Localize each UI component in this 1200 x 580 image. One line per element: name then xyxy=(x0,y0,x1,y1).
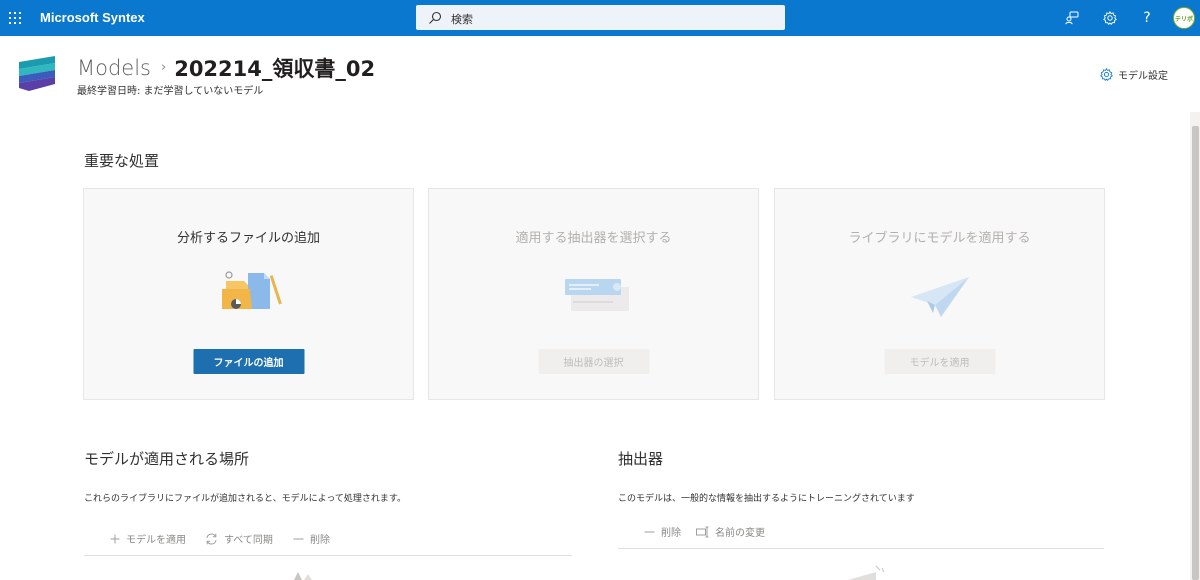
extractors-title: 抽出器 xyxy=(618,450,664,468)
model-settings-button[interactable]: モデル設定 xyxy=(1100,67,1168,82)
suite-bar: Microsoft Syntex 検索 ? テリボ xyxy=(0,0,1200,36)
breadcrumb-models-link[interactable]: Models xyxy=(77,56,151,80)
chevron-right-icon: › xyxy=(161,59,167,75)
card-title: 適用する抽出器を選択する xyxy=(515,231,672,246)
select-extractor-button[interactable]: 抽出器の選択 xyxy=(538,349,649,374)
syntex-logo xyxy=(19,56,55,91)
applied-locations-title: モデルが適用される場所 xyxy=(84,450,250,468)
sync-all-command[interactable]: すべて同期 xyxy=(205,531,273,546)
breadcrumb: Models › 202214_領収書_02 xyxy=(77,53,375,83)
command-label: 削除 xyxy=(661,528,681,539)
select-extractor-card: 適用する抽出器を選択する 抽出器の選択 xyxy=(428,188,759,400)
apply-model-button[interactable]: モデルを適用 xyxy=(884,349,995,374)
extractor-illustration-icon xyxy=(564,279,629,311)
avatar[interactable]: テリボ xyxy=(1173,7,1195,29)
command-label: すべて同期 xyxy=(224,535,273,546)
gear-icon[interactable] xyxy=(1102,10,1118,26)
important-actions-title: 重要な処置 xyxy=(84,152,160,170)
page-title: 202214_領収書_02 xyxy=(174,57,376,81)
remove-icon xyxy=(293,538,304,539)
sync-icon xyxy=(206,533,217,544)
empty-state-illustration-icon xyxy=(294,572,312,580)
extractors-description: このモデルは、一般的な情報を抽出するようにトレーニングされています xyxy=(618,494,915,504)
apply-model-card: ライブラリにモデルを適用する モデルを適用 xyxy=(774,188,1105,400)
model-settings-label: モデル設定 xyxy=(1118,71,1168,82)
card-title: 分析するファイルの追加 xyxy=(176,231,320,246)
scrollbar-thumb[interactable] xyxy=(1192,126,1199,580)
app-launcher-icon[interactable] xyxy=(0,0,30,36)
card-title: ライブラリにモデルを適用する xyxy=(848,231,1031,246)
search-placeholder: 検索 xyxy=(451,13,473,26)
search-box[interactable]: 検索 xyxy=(416,5,785,30)
applied-locations-description: これらのライブラリにファイルが追加されると、モデルによって処理されます。 xyxy=(84,494,407,504)
rename-icon xyxy=(696,526,709,537)
search-icon xyxy=(429,11,442,24)
apply-model-command[interactable]: モデルを適用 xyxy=(110,531,186,546)
delete-location-command[interactable]: 削除 xyxy=(293,531,330,546)
documents-illustration-icon xyxy=(221,271,282,309)
command-label: 削除 xyxy=(310,535,330,546)
divider xyxy=(84,555,572,556)
help-icon[interactable]: ? xyxy=(1139,10,1155,26)
add-icon xyxy=(110,534,120,543)
remove-icon xyxy=(644,531,655,532)
command-label: 名前の変更 xyxy=(715,528,765,539)
add-file-button[interactable]: ファイルの追加 xyxy=(193,349,304,374)
rename-extractor-command[interactable]: 名前の変更 xyxy=(696,524,765,539)
gear-icon xyxy=(1100,68,1113,81)
command-label: モデルを適用 xyxy=(126,535,186,546)
delete-extractor-command[interactable]: 削除 xyxy=(644,524,681,539)
people-icon[interactable] xyxy=(1064,10,1080,26)
empty-state-illustration-icon xyxy=(848,565,885,580)
divider xyxy=(618,548,1104,549)
last-trained-status: 最終学習日時: まだ学習していないモデル xyxy=(77,86,264,97)
paper-plane-icon xyxy=(910,277,969,317)
app-name[interactable]: Microsoft Syntex xyxy=(40,10,145,25)
add-files-card: 分析するファイルの追加 ファイルの追加 xyxy=(83,188,414,400)
